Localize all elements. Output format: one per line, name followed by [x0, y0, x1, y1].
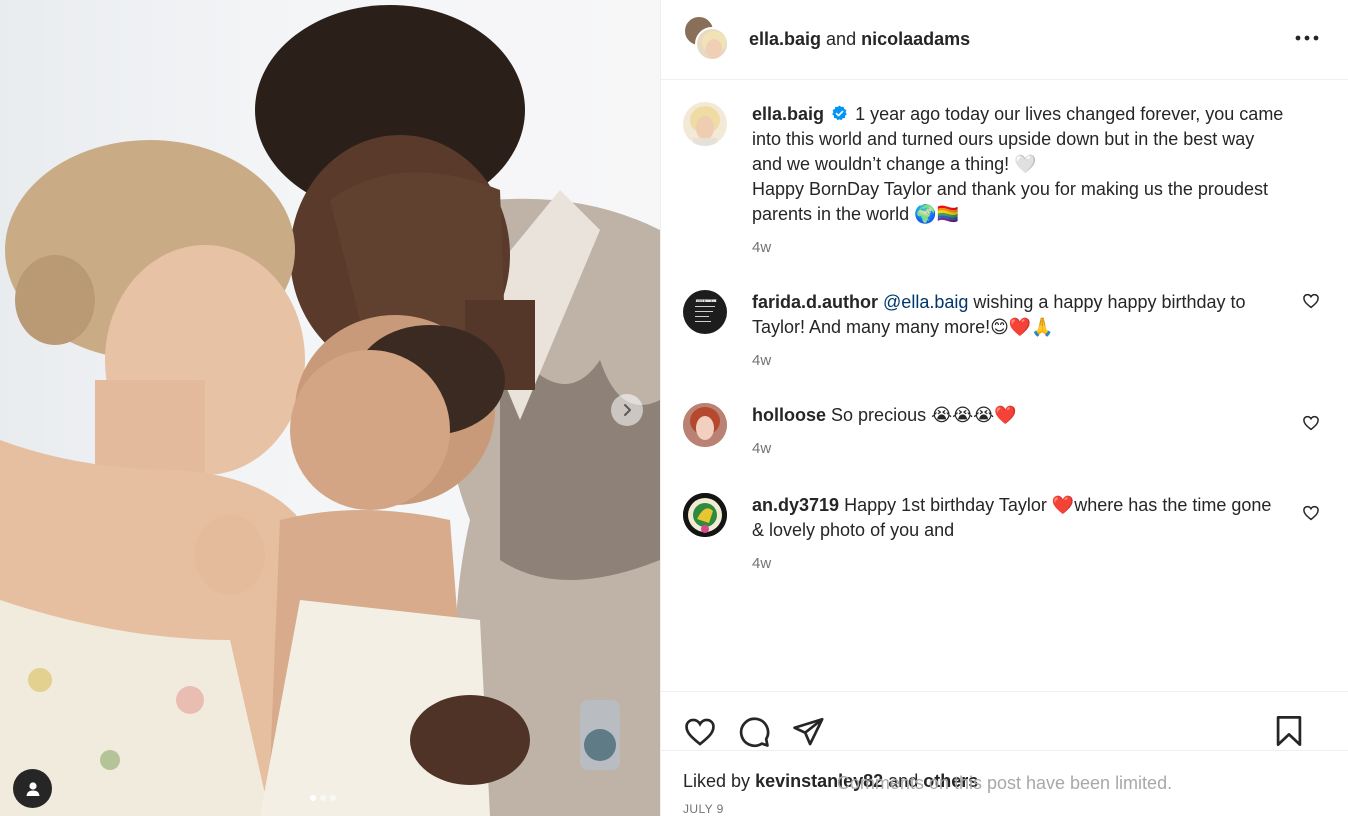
comment-body: an.dy3719 Happy 1st birthday Taylor ❤️wh…: [752, 493, 1288, 576]
share-button[interactable]: [791, 715, 825, 749]
carousel-dot: [320, 795, 326, 801]
comment-username[interactable]: an.dy3719: [752, 495, 839, 515]
post-authors: ella.baig and nicolaadams: [749, 29, 970, 50]
carousel-next-button[interactable]: [611, 394, 643, 426]
avatar[interactable]: [683, 493, 727, 537]
comment-like-heart-icon[interactable]: [1302, 292, 1320, 310]
post-photo: [0, 5, 660, 816]
avatar-image: -THE LIST -OF SHIT -THAT MADE -ME A -FEM…: [695, 300, 718, 322]
caption-timestamp[interactable]: 4w: [752, 235, 1288, 260]
comment-mention[interactable]: @ella.baig: [883, 292, 968, 312]
author-username[interactable]: ella.baig: [749, 29, 821, 49]
avatar-text: -THE LIST -OF SHIT -THAT MADE -ME A -FEM…: [695, 300, 718, 304]
comment-timestamp[interactable]: 4w: [752, 348, 1288, 373]
comment-item: holloose So precious 😭😭😭❤️ 4w: [683, 403, 1326, 461]
verified-badge-icon: [832, 105, 847, 121]
comment-item: an.dy3719 Happy 1st birthday Taylor ❤️wh…: [683, 493, 1326, 576]
comment-like-heart-icon[interactable]: [1302, 504, 1320, 522]
coauthor-username[interactable]: nicolaadams: [861, 29, 970, 49]
chevron-right-icon: [624, 404, 631, 416]
more-icon: [1295, 35, 1319, 41]
comment-timestamp[interactable]: 4w: [752, 551, 1288, 576]
comment-button[interactable]: [737, 715, 771, 749]
carousel-dot: [310, 795, 316, 801]
comment-username[interactable]: farida.d.author: [752, 292, 878, 312]
avatar[interactable]: [683, 403, 727, 447]
avatar[interactable]: -THE LIST -OF SHIT -THAT MADE -ME A -FEM…: [683, 290, 727, 334]
caption-text-line2: Happy BornDay Taylor and thank you for m…: [752, 179, 1268, 224]
user-tag-icon: [26, 781, 39, 796]
avatar-image: [690, 106, 720, 146]
comment-body: holloose So precious 😭😭😭❤️ 4w: [752, 403, 1288, 461]
caption-body: ella.baig 1 year ago today our lives cha…: [752, 102, 1288, 260]
comment-text: So precious 😭😭😭❤️: [831, 405, 1017, 425]
tagged-users-button[interactable]: [13, 769, 52, 808]
post-header: ella.baig and nicolaadams: [661, 0, 1348, 80]
caption-username[interactable]: ella.baig: [752, 104, 824, 124]
heart-icon: [685, 718, 715, 746]
avatar-image: [683, 403, 727, 447]
avatar[interactable]: [683, 102, 727, 146]
more-options-button[interactable]: [1294, 28, 1320, 48]
comment-icon: [739, 717, 770, 747]
post-media[interactable]: [0, 0, 660, 816]
carousel-dot: [330, 795, 336, 801]
collab-avatar[interactable]: [683, 14, 733, 65]
comment-username[interactable]: holloose: [752, 405, 826, 425]
bookmark-icon: [1276, 716, 1302, 746]
comment-timestamp[interactable]: 4w: [752, 436, 1288, 461]
like-button[interactable]: [683, 715, 717, 749]
comment-body: farida.d.author @ella.baig wishing a hap…: [752, 290, 1288, 373]
comments-limited-notice: Comments on this post have been limited.: [661, 750, 1348, 816]
avatar-image: [702, 30, 726, 59]
avatar-image: [683, 493, 727, 537]
carousel-indicator: [310, 795, 336, 801]
comment-item: -THE LIST -OF SHIT -THAT MADE -ME A -FEM…: [683, 290, 1326, 373]
comment-like-heart-icon[interactable]: [1302, 414, 1320, 432]
caption: ella.baig 1 year ago today our lives cha…: [683, 102, 1326, 260]
comments-section[interactable]: ella.baig 1 year ago today our lives cha…: [661, 80, 1348, 691]
post: ella.baig and nicolaadams ella.baig 1 ye…: [0, 0, 1348, 816]
post-side-panel: ella.baig and nicolaadams ella.baig 1 ye…: [660, 0, 1348, 816]
save-button[interactable]: [1272, 714, 1306, 748]
share-icon: [793, 717, 824, 745]
authors-connector: and: [826, 29, 857, 49]
avatar: [695, 26, 729, 61]
